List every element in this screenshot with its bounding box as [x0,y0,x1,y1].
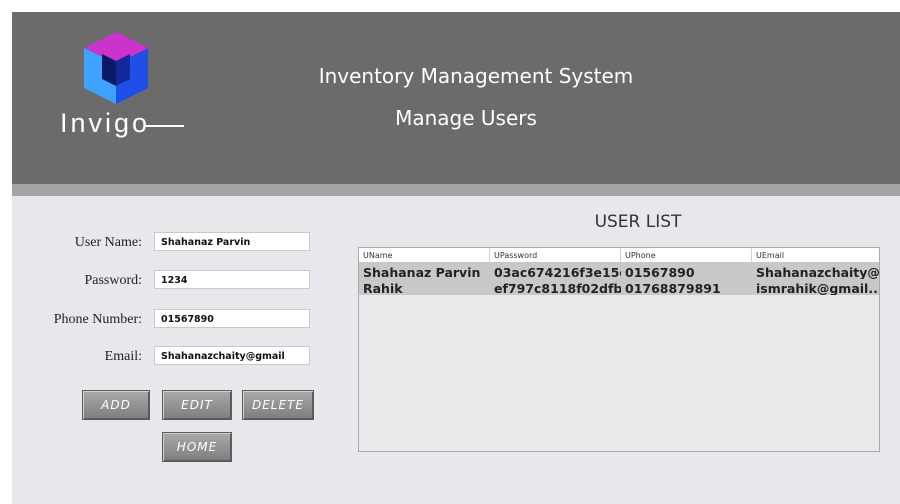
cell-uname: Shahanaz Parvin [363,265,481,279]
user-list-title: USER LIST [594,212,682,232]
username-field[interactable]: Shahanaz Parvin [154,232,310,251]
username-label: User Name: [74,235,142,250]
add-button[interactable]: ADD [82,390,150,420]
user-table[interactable]: UName UPassword UPhone UEmail Shahanaz P… [358,247,880,452]
phone-label: Phone Number: [53,312,142,327]
delete-button[interactable]: DELETE [242,390,314,420]
table-header: UName UPassword UPhone UEmail [359,248,879,263]
edit-button[interactable]: EDIT [162,390,232,420]
email-label: Email: [104,349,142,364]
password-field[interactable]: 1234 [154,270,310,289]
column-header-uphone[interactable]: UPhone [621,248,752,262]
header-banner: Invigo Inventory Management System Manag… [12,12,900,184]
cell-uphone: 01567890 [625,265,695,279]
cell-uemail: ismrahik@gmail.... [756,281,879,295]
cell-uname: Rahik [363,281,403,295]
header-divider [12,184,900,196]
page-title: Manage Users [395,106,537,130]
phone-field[interactable]: 01567890 [154,309,310,328]
column-header-uemail[interactable]: UEmail [752,248,879,262]
column-header-uname[interactable]: UName [359,248,490,262]
manage-users-window: Invigo Inventory Management System Manag… [12,12,900,504]
column-header-upassword[interactable]: UPassword [490,248,621,262]
home-button[interactable]: HOME [162,432,232,462]
cell-upassword: ef797c8118f02dfb... [494,281,621,295]
password-label: Password: [84,273,142,288]
table-row[interactable]: Shahanaz Parvin 03ac674216f3e15c... 0156… [359,263,879,279]
cell-upassword: 03ac674216f3e15c... [494,265,621,279]
email-field[interactable]: Shahanazchaity@gmail [154,346,310,365]
app-title: Inventory Management System [318,64,634,88]
table-row[interactable]: Rahik ef797c8118f02dfb... 01768879891 is… [359,279,879,295]
cell-uemail: Shahanazchaity@... [756,265,879,279]
cell-uphone: 01768879891 [625,281,721,295]
